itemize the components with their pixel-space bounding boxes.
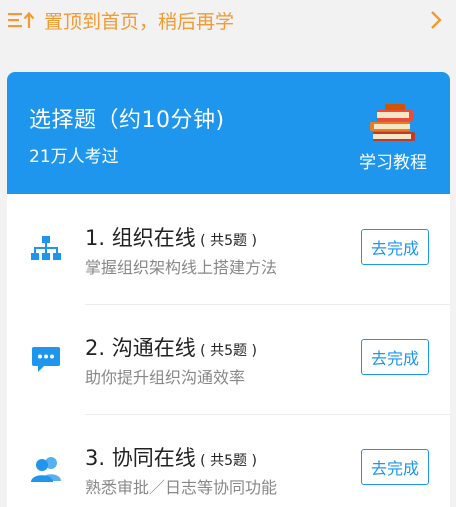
pin-to-top-bar[interactable]: 置顶到首页，稍后再学 bbox=[0, 0, 456, 40]
divider bbox=[85, 304, 450, 305]
chat-bubble-icon bbox=[29, 342, 63, 376]
item-description: 助你提升组织沟通效率 bbox=[85, 368, 246, 387]
item-title: 1. 组织在线 ( 共5题 ) bbox=[85, 226, 257, 250]
list-item: 3. 协同在线 ( 共5题 ) 熟悉审批／日志等协同功能 去完成 bbox=[7, 414, 450, 507]
quiz-participants: 21万人考过 bbox=[29, 147, 119, 167]
list-item: 1. 组织在线 ( 共5题 ) 掌握组织架构线上搭建方法 去完成 bbox=[7, 194, 450, 304]
complete-button[interactable]: 去完成 bbox=[361, 449, 429, 485]
quiz-title: 选择题（约10分钟) bbox=[29, 108, 225, 133]
item-description: 掌握组织架构线上搭建方法 bbox=[85, 258, 278, 277]
quiz-header: 选择题（约10分钟) 21万人考过 学习教程 bbox=[7, 72, 450, 194]
divider bbox=[85, 414, 450, 415]
item-count: ( 共5题 ) bbox=[195, 343, 257, 359]
item-title: 2. 沟通在线 ( 共5题 ) bbox=[85, 336, 257, 360]
item-count: ( 共5题 ) bbox=[195, 233, 257, 249]
chevron-right-icon[interactable] bbox=[426, 8, 446, 32]
item-title: 3. 协同在线 ( 共5题 ) bbox=[85, 446, 257, 470]
item-count: ( 共5题 ) bbox=[195, 453, 257, 469]
complete-button[interactable]: 去完成 bbox=[361, 339, 429, 375]
books-icon bbox=[365, 102, 421, 144]
pin-to-top-icon bbox=[6, 8, 40, 32]
quiz-card: 选择题（约10分钟) 21万人考过 学习教程 1. 组织在线 (共5题) 掌… bbox=[7, 72, 450, 507]
list-item: 2. 沟通在线 ( 共5题 ) 助你提升组织沟通效率 去完成 bbox=[7, 304, 450, 414]
people-icon bbox=[29, 452, 63, 486]
tutorial-label: 学习教程 bbox=[359, 153, 427, 173]
item-description: 熟悉审批／日志等协同功能 bbox=[85, 478, 278, 497]
pin-to-top-label: 置顶到首页，稍后再学 bbox=[44, 10, 235, 33]
org-chart-icon bbox=[29, 232, 63, 266]
complete-button[interactable]: 去完成 bbox=[361, 229, 429, 265]
tutorial-button[interactable]: 学习教程 bbox=[352, 102, 434, 173]
